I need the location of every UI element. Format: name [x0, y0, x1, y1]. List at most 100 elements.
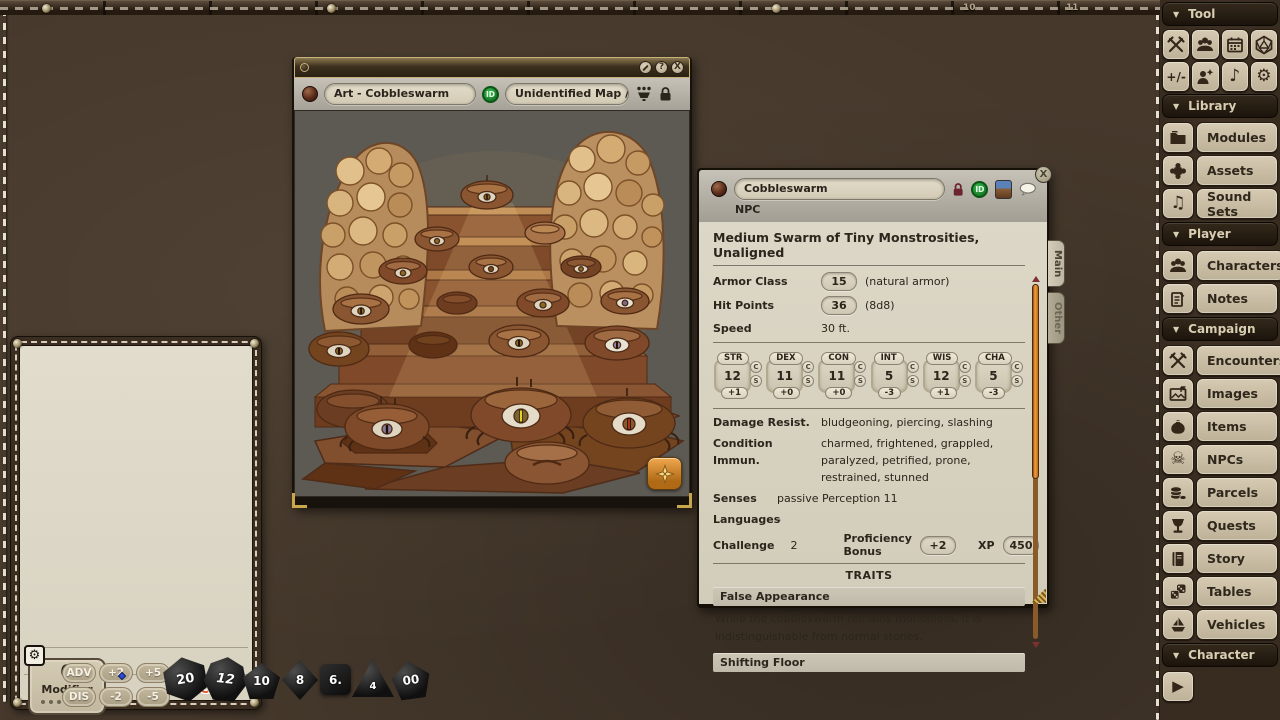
help-button[interactable]: ?: [655, 61, 668, 74]
d6-die[interactable]: 6.: [320, 664, 351, 695]
record-sphere-button[interactable]: [711, 181, 727, 197]
vehicles-icon-button[interactable]: [1162, 609, 1194, 640]
image-viewport[interactable]: [294, 110, 690, 497]
sidebar-section-player[interactable]: ▼ Player: [1162, 222, 1278, 246]
save-roll-button[interactable]: S: [1011, 375, 1023, 387]
tab-main[interactable]: Main: [1048, 240, 1065, 287]
npc-window-header[interactable]: Cobbleswarm ID NPC X: [699, 170, 1047, 222]
npc-portrait-thumbnail[interactable]: [995, 180, 1012, 199]
record-sphere-button[interactable]: [302, 86, 318, 102]
sidebar-item-label[interactable]: Encounters: [1196, 345, 1280, 376]
sidebar-item-parcels[interactable]: Parcels: [1162, 477, 1278, 508]
sidebar-item-label[interactable]: Characters: [1196, 250, 1280, 281]
tool-encounter-button[interactable]: [1162, 29, 1190, 60]
image-window-titlebar[interactable]: ? X: [294, 57, 690, 78]
close-button[interactable]: X: [671, 61, 684, 74]
close-button[interactable]: X: [1035, 166, 1052, 183]
sidebar-item-items[interactable]: Items: [1162, 411, 1278, 442]
sidebar-item-character-launcher[interactable]: ▶: [1162, 671, 1278, 702]
sidebar-item-label[interactable]: Parcels: [1196, 477, 1278, 508]
image-window[interactable]: ? X Art - Cobbleswarm ID Unidentified Ma…: [292, 57, 692, 508]
sidebar-item-vehicles[interactable]: Vehicles: [1162, 609, 1278, 640]
quests-icon-button[interactable]: [1162, 510, 1194, 541]
save-roll-button[interactable]: S: [854, 375, 866, 387]
proficiency-value[interactable]: +2: [920, 536, 956, 555]
scroll-down-arrow[interactable]: [1032, 642, 1040, 648]
sound-sets-icon-button[interactable]: ♫: [1162, 188, 1194, 219]
modules-icon-button[interactable]: [1162, 122, 1194, 153]
sidebar-item-label[interactable]: Images: [1196, 378, 1278, 409]
npc-name-field[interactable]: Cobbleswarm: [734, 178, 945, 200]
dis-button[interactable]: DIS: [62, 687, 96, 707]
check-roll-button[interactable]: C: [1011, 361, 1023, 373]
items-icon-button[interactable]: [1162, 411, 1194, 442]
d8-die[interactable]: 8: [282, 660, 318, 700]
sidebar-section-library[interactable]: ▼ Library: [1162, 94, 1278, 118]
npc-sheet-window[interactable]: Cobbleswarm ID NPC X Medium Swarm of Tin…: [697, 168, 1049, 608]
parcels-icon-button[interactable]: [1162, 477, 1194, 508]
check-roll-button[interactable]: C: [802, 361, 814, 373]
tool-calendar-button[interactable]: [1221, 29, 1249, 60]
id-badge[interactable]: ID: [971, 181, 988, 198]
ability-modifier[interactable]: -3: [982, 387, 1005, 399]
trait-name-bar[interactable]: False Appearance: [713, 587, 1025, 606]
sidebar-item-tables[interactable]: Tables: [1162, 576, 1278, 607]
sidebar-item-label[interactable]: Tables: [1196, 576, 1278, 607]
sidebar-item-label[interactable]: Sound Sets: [1196, 188, 1278, 219]
trait-name-bar[interactable]: Shifting Floor: [713, 653, 1025, 672]
sidebar-item-label[interactable]: Assets: [1196, 155, 1278, 186]
image-name-field[interactable]: Art - Cobbleswarm: [324, 83, 476, 105]
sidebar-item-notes[interactable]: Notes: [1162, 283, 1278, 314]
sidebar-item-modules[interactable]: Modules: [1162, 122, 1278, 153]
sidebar-item-story[interactable]: Story: [1162, 543, 1278, 574]
lock-icon[interactable]: [952, 181, 964, 198]
sidebar-item-label[interactable]: Modules: [1196, 122, 1278, 153]
story-icon-button[interactable]: [1162, 543, 1194, 574]
characters-icon-button[interactable]: [1162, 250, 1194, 281]
tool-soundboard-button[interactable]: ♪: [1221, 61, 1249, 92]
sidebar-item-label[interactable]: NPCs: [1196, 444, 1278, 475]
armor-class-value[interactable]: 15: [821, 272, 857, 291]
encounters-icon-button[interactable]: [1162, 345, 1194, 376]
scrollbar-thumb[interactable]: [1032, 284, 1039, 479]
tab-other[interactable]: Other: [1048, 292, 1065, 344]
ability-modifier[interactable]: +1: [721, 387, 748, 399]
sidebar-item-label[interactable]: Notes: [1196, 283, 1278, 314]
minus2-button[interactable]: -2: [99, 687, 133, 707]
sidebar-item-label[interactable]: Quests: [1196, 510, 1278, 541]
sidebar-section-tool[interactable]: ▼ Tool: [1162, 2, 1278, 26]
save-roll-button[interactable]: S: [802, 375, 814, 387]
lock-icon[interactable]: [659, 86, 672, 102]
sidebar-item-assets[interactable]: Assets: [1162, 155, 1278, 186]
modifier-settings-button[interactable]: ⚙: [24, 645, 45, 666]
save-roll-button[interactable]: S: [959, 375, 971, 387]
tool-pregen-characters-button[interactable]: [1191, 61, 1219, 92]
hit-points-value[interactable]: 36: [821, 296, 857, 315]
sidebar-item-quests[interactable]: Quests: [1162, 510, 1278, 541]
sidebar-section-campaign[interactable]: ▼ Campaign: [1162, 317, 1278, 341]
ability-modifier[interactable]: +0: [773, 387, 800, 399]
hotkey-bar[interactable]: 10 11 12: [0, 0, 1280, 15]
tool-party-button[interactable]: [1191, 29, 1219, 60]
id-badge[interactable]: ID: [482, 86, 499, 103]
d100-die[interactable]: 00: [390, 659, 433, 702]
notes-icon-button[interactable]: [1162, 283, 1194, 314]
d4-die[interactable]: 4: [352, 659, 394, 697]
images-icon-button[interactable]: [1162, 378, 1194, 409]
check-roll-button[interactable]: C: [959, 361, 971, 373]
check-roll-button[interactable]: C: [854, 361, 866, 373]
window-handle-dot[interactable]: [300, 63, 309, 72]
adv-button[interactable]: ADV: [62, 663, 96, 683]
npcs-icon-button[interactable]: ☠: [1162, 444, 1194, 475]
image-zoom-controls-button[interactable]: [647, 457, 682, 490]
scroll-up-arrow[interactable]: [1032, 276, 1040, 282]
speech-bubble-icon[interactable]: [1019, 182, 1037, 197]
play-button[interactable]: ▶: [1162, 671, 1194, 702]
check-roll-button[interactable]: C: [907, 361, 919, 373]
tool-modifiers-button[interactable]: +/-: [1162, 61, 1190, 92]
share-preload-icon[interactable]: [635, 86, 653, 102]
save-roll-button[interactable]: S: [907, 375, 919, 387]
ability-modifier[interactable]: -3: [878, 387, 901, 399]
ability-modifier[interactable]: +0: [825, 387, 852, 399]
tool-dice-tower-button[interactable]: [1250, 29, 1278, 60]
